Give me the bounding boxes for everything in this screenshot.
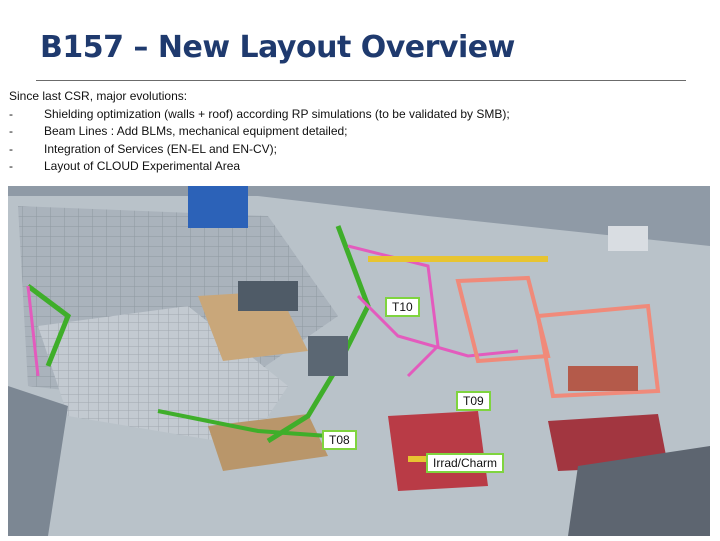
list-item: - Beam Lines : Add BLMs, mechanical equip…	[9, 123, 709, 141]
list-item: - Shielding optimization (walls + roof) a…	[9, 106, 709, 124]
intro-block: Since last CSR, major evolutions: - Shiel…	[9, 88, 709, 176]
intro-heading: Since last CSR, major evolutions:	[9, 89, 188, 103]
list-item: - Layout of CLOUD Experimental Area	[9, 158, 709, 176]
equipment	[608, 226, 648, 251]
yellow-rail	[368, 256, 548, 262]
red-wall	[388, 411, 488, 491]
label-t10: T10	[385, 297, 420, 317]
layout-rendering: T10 T09 T08 Irrad/Charm	[8, 186, 710, 536]
page-title: B157 – New Layout Overview	[40, 30, 515, 65]
bullet-marker: -	[9, 159, 13, 173]
layout-rendering-svg	[8, 186, 710, 536]
label-t09: T09	[456, 391, 491, 411]
bullet-marker: -	[9, 124, 13, 138]
label-t08: T08	[322, 430, 357, 450]
equipment	[568, 366, 638, 391]
equipment	[308, 336, 348, 376]
title-divider	[36, 80, 686, 81]
list-item-text: Shielding optimization (walls + roof) ac…	[44, 106, 510, 121]
list-item-text: Integration of Services (EN-EL and EN-CV…	[44, 141, 277, 156]
label-irrad-charm: Irrad/Charm	[426, 453, 505, 473]
equipment	[238, 281, 298, 311]
bullet-marker: -	[9, 141, 13, 156]
list-item: - Integration of Services (EN-EL and EN-C…	[9, 141, 709, 159]
bullet-marker: -	[9, 106, 13, 121]
list-item-text: Beam Lines : Add BLMs, mechanical equipm…	[44, 124, 348, 138]
list-item-text: Layout of CLOUD Experimental Area	[44, 159, 241, 173]
blue-door	[188, 186, 248, 228]
